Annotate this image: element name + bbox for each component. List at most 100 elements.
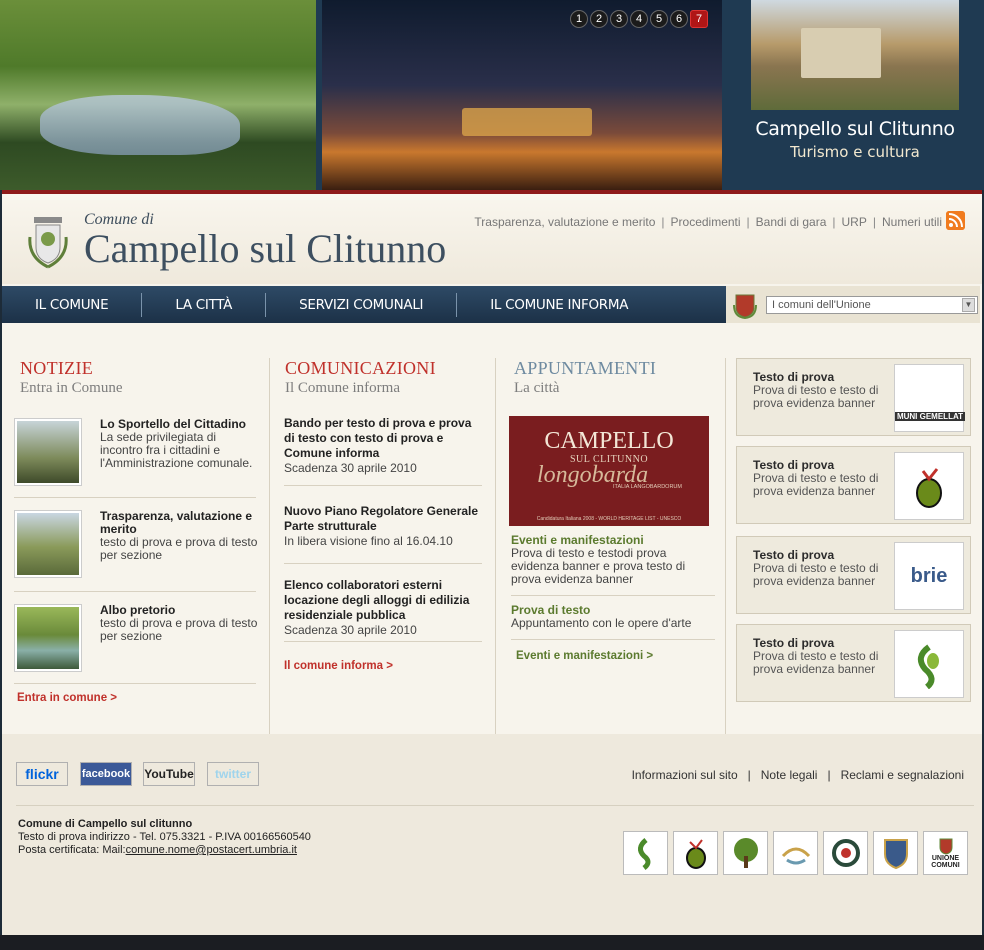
comunicazione-text: Scadenza 30 aprile 2010 — [284, 623, 417, 637]
event-text: Prova di testo e testodi prova evidenza … — [511, 546, 686, 586]
comunicazione-title[interactable]: Nuovo Piano Regolatore Generale Parte st… — [284, 504, 482, 534]
castle-night-image — [322, 0, 722, 190]
willow-lake-image — [0, 0, 316, 190]
separator: | — [661, 215, 665, 229]
il-comune-informa-link[interactable]: Il comune informa > — [284, 660, 393, 672]
partner-logo-shield[interactable] — [873, 831, 918, 875]
link-note-legali[interactable]: Note legali — [761, 768, 818, 782]
slide-7-button[interactable]: 7 — [690, 10, 708, 28]
site-title: Campello sul Clitunno — [84, 226, 447, 271]
separator: | — [747, 768, 751, 782]
rss-icon[interactable] — [946, 211, 965, 230]
link-bandi-di-gara[interactable]: Bandi di gara — [756, 215, 827, 229]
news-thumbnail — [14, 418, 82, 486]
link-trasparenza[interactable]: Trasparenza, valutazione e merito — [474, 215, 655, 229]
nav-la-citta[interactable]: LA CITTÀ — [142, 292, 267, 317]
event-item[interactable]: Prova di testo Appuntamento con le opere … — [511, 604, 715, 640]
news-title[interactable]: Trasparenza, valutazione e merito — [100, 510, 260, 536]
pec-email-link[interactable]: comune.nome@postacert.umbria.it — [126, 844, 297, 856]
poster-footer: Candidatura Italiana 2008 - WORLD HERITA… — [536, 516, 682, 522]
comunicazione-item[interactable]: Bando per testo di prova e prova di test… — [284, 416, 482, 486]
olive-logo-icon — [894, 452, 964, 520]
town-caption-subtitle: Turismo e cultura — [790, 143, 920, 161]
nav-servizi-comunali[interactable]: SERVIZI COMUNALI — [266, 292, 458, 317]
event-text: Appuntamento con le opere d'arte — [511, 616, 692, 630]
partner-logo-dragon[interactable] — [823, 831, 868, 875]
main-page: Comune di Campello sul Clitunno Traspare… — [2, 190, 982, 939]
sidebar-banner[interactable]: Testo di prova Prova di testo e testo di … — [736, 536, 971, 614]
site-footer: flickr facebook YouTube twitter Informaz… — [2, 734, 982, 939]
link-procedimenti[interactable]: Procedimenti — [671, 215, 741, 229]
slide-3-button[interactable]: 3 — [610, 10, 628, 28]
slide-1-button[interactable]: 1 — [570, 10, 588, 28]
eventi-manifestazioni-link[interactable]: Eventi e manifestazioni > — [516, 650, 653, 662]
banner-logo-text: brie — [910, 564, 948, 587]
entra-in-comune-link[interactable]: Entra in comune > — [17, 692, 117, 704]
sidebar-banner[interactable]: Testo di prova Prova di testo e testo di … — [736, 446, 971, 524]
olive-leaf-logo-icon — [894, 630, 964, 698]
column-divider — [725, 358, 726, 734]
banner-logo-text: MUNI GEMELLAT — [895, 412, 965, 421]
news-item[interactable]: Albo pretorio testo di prova e prova di t… — [14, 604, 258, 684]
comunicazione-item[interactable]: Elenco collaboratori esterni locazione d… — [284, 578, 482, 642]
news-item[interactable]: Trasparenza, valutazione e merito testo d… — [14, 510, 258, 592]
address-title: Comune di Campello sul clitunno — [18, 818, 193, 830]
separator: | — [827, 768, 831, 782]
banner-text: Prova di testo e testo di prova evidenza… — [753, 561, 879, 588]
partner-logo-hands[interactable] — [773, 831, 818, 875]
municipal-crest-icon — [28, 217, 68, 269]
slide-6-button[interactable]: 6 — [670, 10, 688, 28]
slide-4-button[interactable]: 4 — [630, 10, 648, 28]
link-informazioni-sito[interactable]: Informazioni sul sito — [632, 768, 738, 782]
appuntamenti-title: APPUNTAMENTI — [514, 358, 657, 378]
sidebar-banner[interactable]: Testo di prova Prova di testo e testo di … — [736, 624, 971, 702]
link-urp[interactable]: URP — [842, 215, 867, 229]
union-selector-box: I comuni dell'Unione ▼ — [726, 286, 980, 323]
comunicazione-title[interactable]: Elenco collaboratori esterni locazione d… — [284, 578, 482, 623]
notizie-subtitle: Entra in Comune — [20, 380, 123, 396]
footer-links: Informazioni sul sito | Note legali | Recl… — [632, 768, 964, 782]
notizie-title: NOTIZIE — [20, 358, 94, 378]
youtube-link[interactable]: YouTube — [143, 762, 195, 786]
link-numeri-utili[interactable]: Numeri utili — [882, 215, 942, 229]
unione-comuni-label: UNIONE COMUNI — [931, 855, 960, 869]
news-text: La sede privilegiata di incontro fra i c… — [100, 430, 253, 470]
footer-divider — [16, 805, 974, 806]
news-text: testo di prova e prova di testo per sezi… — [100, 535, 258, 562]
news-text: testo di prova e prova di testo per sezi… — [100, 616, 258, 643]
top-banner: 1 2 3 4 5 6 7 Campello sul Clitunno Turi… — [0, 0, 984, 190]
comunicazione-text: Scadenza 30 aprile 2010 — [284, 461, 417, 475]
nav-il-comune-informa[interactable]: IL COMUNE INFORMA — [457, 293, 661, 317]
union-crest-icon — [733, 294, 757, 319]
comunicazione-item[interactable]: Nuovo Piano Regolatore Generale Parte st… — [284, 504, 482, 564]
comunicazione-text: In libera visione fino al 16.04.10 — [284, 534, 453, 548]
appuntamenti-subtitle: La città — [514, 380, 560, 396]
news-item[interactable]: Lo Sportello del Cittadino La sede privil… — [14, 418, 256, 498]
union-comuni-select[interactable]: I comuni dell'Unione ▼ — [766, 295, 978, 314]
town-caption: Campello sul Clitunno Turismo e cultura — [751, 118, 959, 161]
twitter-link[interactable]: twitter — [207, 762, 259, 786]
facebook-link[interactable]: facebook — [80, 762, 132, 786]
link-reclami[interactable]: Reclami e segnalazioni — [841, 768, 964, 782]
slide-2-button[interactable]: 2 — [590, 10, 608, 28]
bottom-bar — [0, 935, 984, 950]
news-thumbnail — [14, 510, 82, 578]
flickr-link[interactable]: flickr — [16, 762, 68, 786]
partner-logo-unione-comuni[interactable]: UNIONE COMUNI — [923, 831, 968, 875]
campello-longobarda-poster[interactable]: CAMPELLO SUL CLITUNNO longobarda ITALIA … — [509, 416, 709, 526]
partner-logo-tree[interactable] — [723, 831, 768, 875]
nav-il-comune[interactable]: IL COMUNE — [2, 292, 143, 317]
chevron-down-icon[interactable]: ▼ — [962, 297, 975, 312]
comunicazione-title[interactable]: Bando per testo di prova e prova di test… — [284, 416, 482, 461]
partner-logo-olive[interactable] — [673, 831, 718, 875]
event-item[interactable]: Eventi e manifestazioni Prova di testo e … — [511, 534, 715, 596]
slide-5-button[interactable]: 5 — [650, 10, 668, 28]
partner-logo-olive-leaf[interactable] — [623, 831, 668, 875]
separator: | — [872, 215, 876, 229]
pec-label: Posta certificata: Mail: — [18, 844, 126, 856]
poster-title: CAMPELLO — [544, 428, 674, 454]
comuni-gemellati-logo: MUNI GEMELLAT — [894, 364, 965, 432]
poster-small-text: ITALIA LANGOBARDORUM — [613, 484, 682, 490]
sidebar-banner[interactable]: Testo di prova Prova di testo e testo di … — [736, 358, 971, 436]
banner-text: Prova di testo e testo di prova evidenza… — [753, 471, 879, 498]
